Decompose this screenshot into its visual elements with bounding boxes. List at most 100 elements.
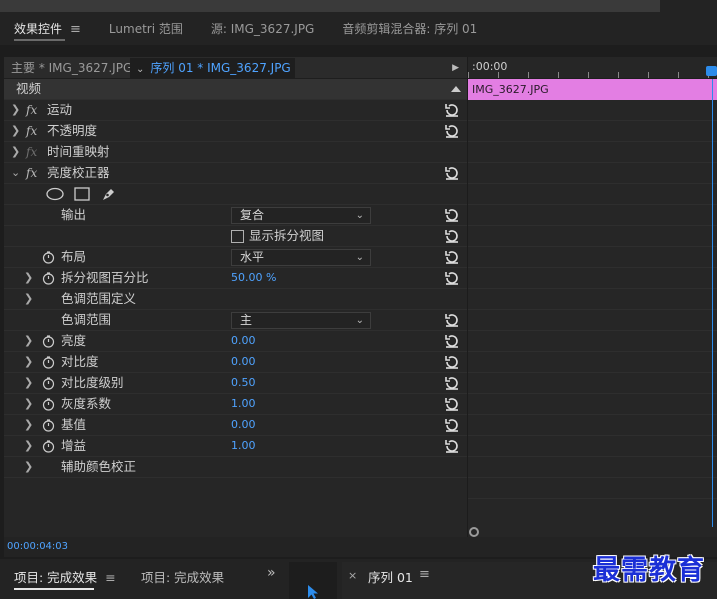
chevron-right-icon[interactable]: ❯ [24,268,33,288]
chevron-right-icon[interactable]: ❯ [24,415,33,435]
reset-icon[interactable] [444,438,460,454]
effect-timeline[interactable]: :00:00 IMG_3627.JPG [467,57,717,557]
hamburger-menu-icon[interactable]: ≡ [70,22,81,37]
property-value[interactable]: 50.00 % [231,268,276,288]
chevron-right-icon[interactable]: ❯ [11,142,20,162]
reset-icon[interactable] [444,228,460,244]
overflow-tabs-icon[interactable]: » [267,565,276,581]
stopwatch-icon[interactable] [42,398,55,411]
timeline-row [468,310,717,331]
property-label: 布局 [61,249,87,264]
chevron-right-icon[interactable]: ❯ [24,436,33,456]
reset-icon[interactable] [444,165,460,181]
tab-label: 项目: 完成效果 [14,570,98,585]
stopwatch-icon[interactable] [42,272,55,285]
chevron-right-icon[interactable]: ❯ [24,352,33,372]
chevron-right-icon[interactable]: ❯ [24,289,33,309]
checkbox-label[interactable]: 显示拆分视图 [249,226,324,246]
tab-effect-controls[interactable]: 效果控件 ≡ [0,14,95,45]
chevron-right-icon[interactable]: ❯ [24,394,33,414]
reset-icon[interactable] [444,375,460,391]
selection-tool-icon[interactable] [307,584,319,599]
reset-icon[interactable] [444,417,460,433]
playhead-handle[interactable] [706,66,717,76]
effect-row-time-remap[interactable]: ❯ fx 时间重映射 [4,142,467,163]
collapse-up-icon[interactable] [451,86,461,92]
reset-icon[interactable] [444,123,460,139]
fx-icon[interactable]: fx [26,163,37,183]
timeline-row [468,100,717,121]
stopwatch-icon[interactable] [42,335,55,348]
show-split-view-checkbox[interactable] [231,230,244,243]
tab-source-monitor[interactable]: 源: IMG_3627.JPG [197,14,328,45]
top-strip [0,0,717,14]
chevron-down-icon: ⌄ [355,210,364,221]
tab-sequence[interactable]: 序列 01 [368,567,413,586]
property-label: 色调范围 [61,312,112,327]
stopwatch-icon[interactable] [42,251,55,264]
pen-mask-icon[interactable] [100,186,116,202]
ellipse-mask-icon[interactable] [46,187,64,201]
playhead-line [712,79,713,527]
reset-icon[interactable] [444,354,460,370]
play-triangle-icon[interactable]: ▶ [452,63,459,73]
stopwatch-icon[interactable] [42,356,55,369]
close-icon[interactable]: × [348,569,357,582]
fx-icon[interactable]: fx [26,121,37,141]
tab-lumetri-scopes[interactable]: Lumetri 范围 [95,14,197,45]
reset-icon[interactable] [444,333,460,349]
tab-project-active[interactable]: 项目: 完成效果 ≡ [14,567,116,590]
effect-properties-list: 主要 * IMG_3627.JPG ⌄ 序列 01 * IMG_3627.JPG … [4,57,467,557]
current-timecode[interactable]: 00:00:04:03 [7,541,68,552]
clip-bar[interactable]: IMG_3627.JPG [468,79,717,100]
master-clip-label[interactable]: 主要 * IMG_3627.JPG [4,59,132,76]
tab-audio-clip-mixer[interactable]: 音频剪辑混合器: 序列 01 [328,14,491,45]
hamburger-menu-icon[interactable]: ≡ [419,567,430,582]
clip-label: IMG_3627.JPG [472,83,549,96]
tonal-range-dropdown[interactable]: 主 ⌄ [231,312,371,329]
stopwatch-icon[interactable] [42,440,55,453]
timeline-row [468,457,717,478]
time-ruler[interactable]: :00:00 [468,57,717,79]
stopwatch-icon[interactable] [42,419,55,432]
zoom-handle[interactable] [469,527,479,537]
chevron-right-icon[interactable]: ❯ [11,100,20,120]
reset-icon[interactable] [444,396,460,412]
property-value[interactable]: 0.00 [231,331,256,351]
output-dropdown[interactable]: 复合 ⌄ [231,207,371,224]
property-label: 辅助颜色校正 [61,459,137,474]
effect-row-motion[interactable]: ❯ fx 运动 [4,100,467,121]
layout-dropdown[interactable]: 水平 ⌄ [231,249,371,266]
chevron-right-icon[interactable]: ❯ [24,331,33,351]
reset-icon[interactable] [444,270,460,286]
property-value[interactable]: 1.00 [231,436,256,456]
property-label: 灰度系数 [61,396,112,411]
reset-icon[interactable] [444,207,460,223]
video-section-header[interactable]: 视频 [4,79,467,100]
sequence-clip-selector[interactable]: ⌄ 序列 01 * IMG_3627.JPG [130,57,295,78]
timeline-row [468,373,717,394]
property-label: 输出 [61,207,87,222]
reset-icon[interactable] [444,312,460,328]
reset-icon[interactable] [444,102,460,118]
chevron-right-icon[interactable]: ❯ [24,373,33,393]
tab-project-2[interactable]: 项目: 完成效果 [141,567,224,586]
property-value[interactable]: 0.50 [231,373,256,393]
fx-icon[interactable]: fx [26,100,37,120]
rectangle-mask-icon[interactable] [74,187,90,201]
timeline-zoom-scrollbar[interactable] [468,527,717,537]
property-row-split-view-percent: ❯ 拆分视图百分比 50.00 % [4,268,467,289]
tab-label: 效果控件 [14,22,63,36]
chevron-right-icon[interactable]: ❯ [24,457,33,477]
timeline-row [468,247,717,268]
effect-row-opacity[interactable]: ❯ fx 不透明度 [4,121,467,142]
property-value[interactable]: 0.00 [231,352,256,372]
reset-icon[interactable] [444,249,460,265]
chevron-down-icon[interactable]: ⌄ [11,163,20,183]
hamburger-menu-icon[interactable]: ≡ [105,570,115,585]
property-value[interactable]: 1.00 [231,394,256,414]
stopwatch-icon[interactable] [42,377,55,390]
chevron-right-icon[interactable]: ❯ [11,121,20,141]
property-value[interactable]: 0.00 [231,415,256,435]
effect-row-brightness-corrector[interactable]: ⌄ fx 亮度校正器 [4,163,467,184]
